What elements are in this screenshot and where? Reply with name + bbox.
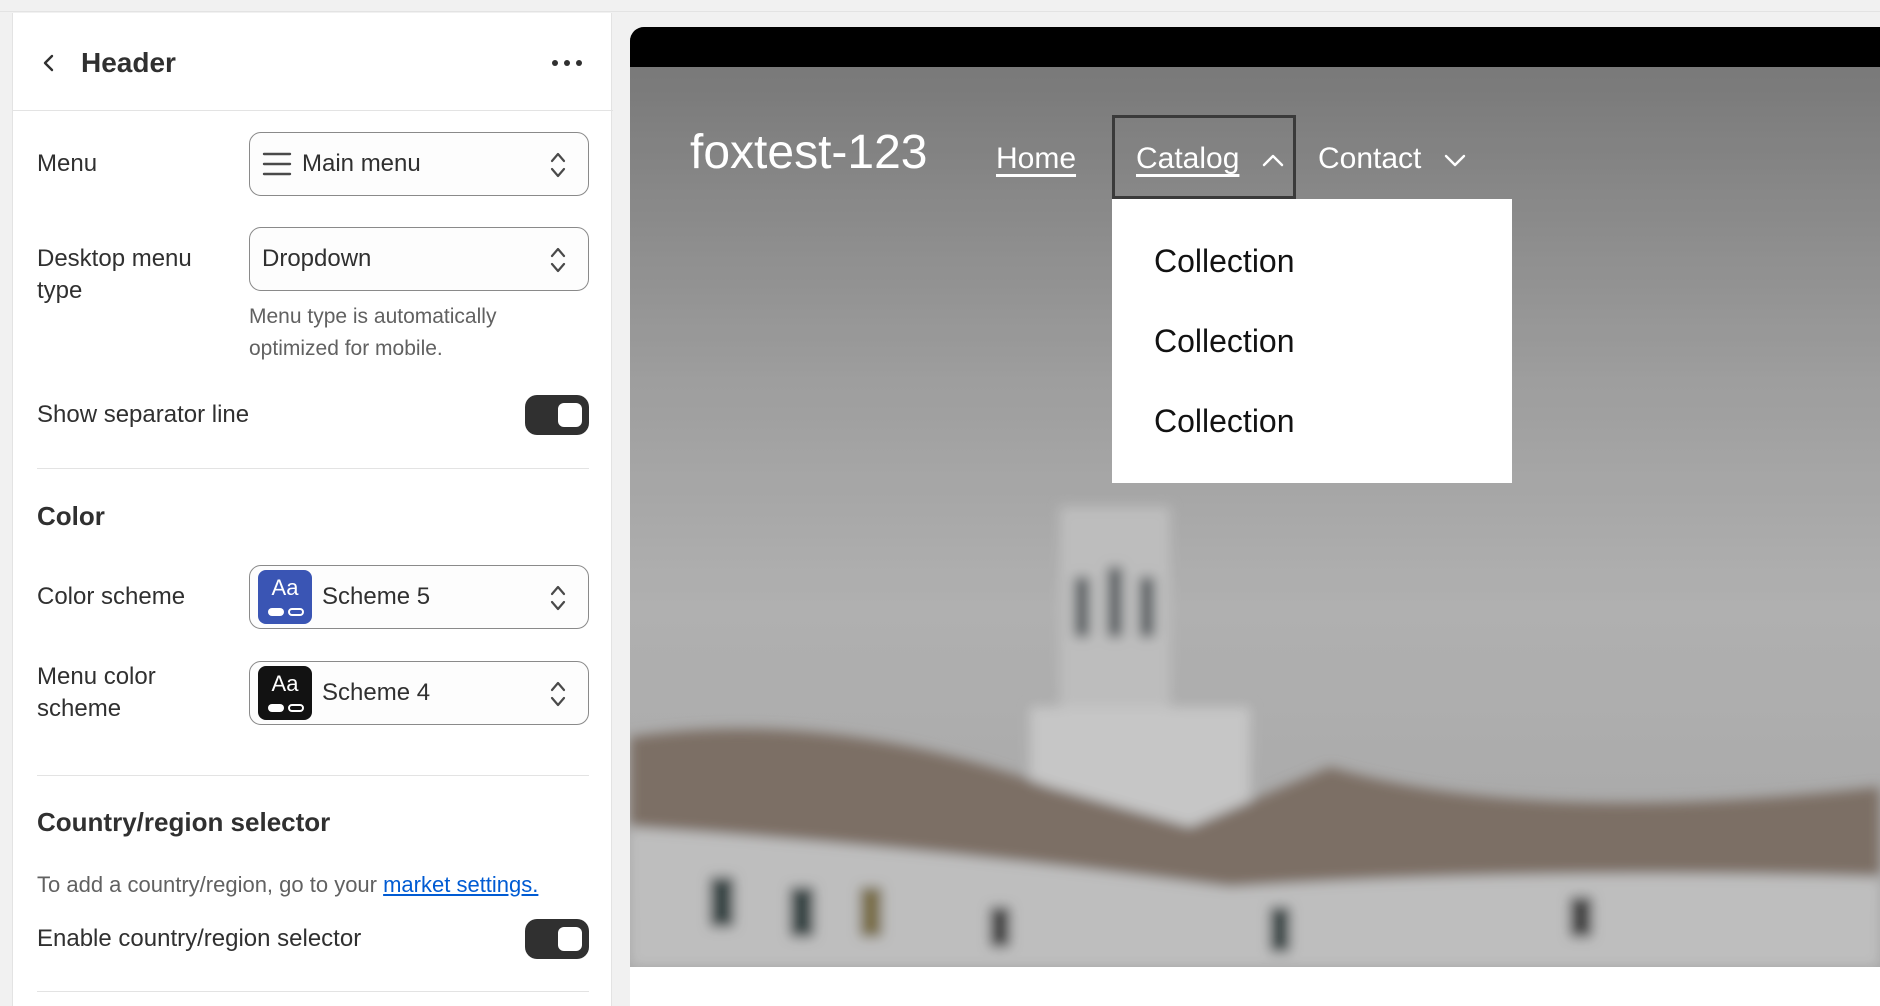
select-chevrons-icon <box>550 152 566 178</box>
back-button[interactable] <box>33 47 65 79</box>
color-section-title: Color <box>37 501 105 531</box>
sidebar-title: Header <box>81 47 176 78</box>
settings-sidebar: Header Menu Main menu Desktop menu type … <box>12 13 613 1006</box>
color-scheme-value: Scheme 5 <box>322 583 431 610</box>
section-divider <box>37 991 589 992</box>
menu-select[interactable]: Main menu <box>249 132 589 196</box>
desktop-menu-type-label: Desktop menu type <box>37 245 192 304</box>
desktop-menu-type-select[interactable]: Dropdown <box>249 227 589 291</box>
menu-list-icon <box>262 152 292 176</box>
catalog-dropdown: Collection Collection Collection <box>1112 199 1512 483</box>
section-divider <box>37 775 589 776</box>
announcement-bar <box>630 27 1880 67</box>
nav-catalog[interactable]: Catalog <box>1136 139 1284 179</box>
color-scheme-swatch: Aa <box>258 570 312 624</box>
select-chevrons-icon <box>550 681 566 707</box>
country-selector-label: Enable country/region selector <box>37 925 362 952</box>
menu-type-help-text: Menu type is automatically optimized for… <box>249 305 497 360</box>
dropdown-item[interactable]: Collection <box>1154 241 1295 281</box>
country-selector-toggle[interactable] <box>525 919 589 959</box>
chevron-down-icon <box>1444 154 1465 167</box>
preview-below-hero <box>630 967 1880 1006</box>
chevron-up-icon <box>1262 154 1283 167</box>
separator-toggle[interactable] <box>525 395 589 435</box>
menu-select-value: Main menu <box>302 150 421 177</box>
desktop-menu-type-value: Dropdown <box>262 245 372 272</box>
menu-color-scheme-swatch: Aa <box>258 666 312 720</box>
country-section-title: Country/region selector <box>37 807 331 837</box>
color-scheme-select[interactable]: Aa Scheme 5 <box>249 565 589 629</box>
nav-contact[interactable]: Contact <box>1318 139 1466 179</box>
dropdown-item[interactable]: Collection <box>1154 321 1295 361</box>
menu-color-scheme-value: Scheme 4 <box>322 679 431 706</box>
menu-color-scheme-label: Menu color scheme <box>37 663 156 722</box>
select-chevrons-icon <box>550 585 566 611</box>
section-divider <box>37 468 589 469</box>
menu-label: Menu <box>37 150 98 177</box>
store-brand[interactable]: foxtest-123 <box>690 125 927 181</box>
dropdown-item[interactable]: Collection <box>1154 401 1295 441</box>
toggle-knob <box>558 403 582 427</box>
ellipsis-icon <box>552 60 582 66</box>
menu-color-scheme-select[interactable]: Aa Scheme 4 <box>249 661 589 725</box>
theme-preview: foxtest-123 Home Catalog Contact Collect… <box>630 27 1880 967</box>
top-divider <box>0 0 1880 12</box>
chevron-left-icon <box>43 54 54 72</box>
more-options-button[interactable] <box>545 49 589 77</box>
select-chevrons-icon <box>550 247 566 273</box>
toggle-knob <box>558 927 582 951</box>
nav-home[interactable]: Home <box>996 139 1076 179</box>
color-scheme-label: Color scheme <box>37 583 186 610</box>
sidebar-header: Header <box>13 13 613 111</box>
separator-label: Show separator line <box>37 401 250 428</box>
market-settings-link[interactable]: market settings. <box>383 872 538 897</box>
country-help-text: To add a country/region, go to your mark… <box>37 872 539 897</box>
